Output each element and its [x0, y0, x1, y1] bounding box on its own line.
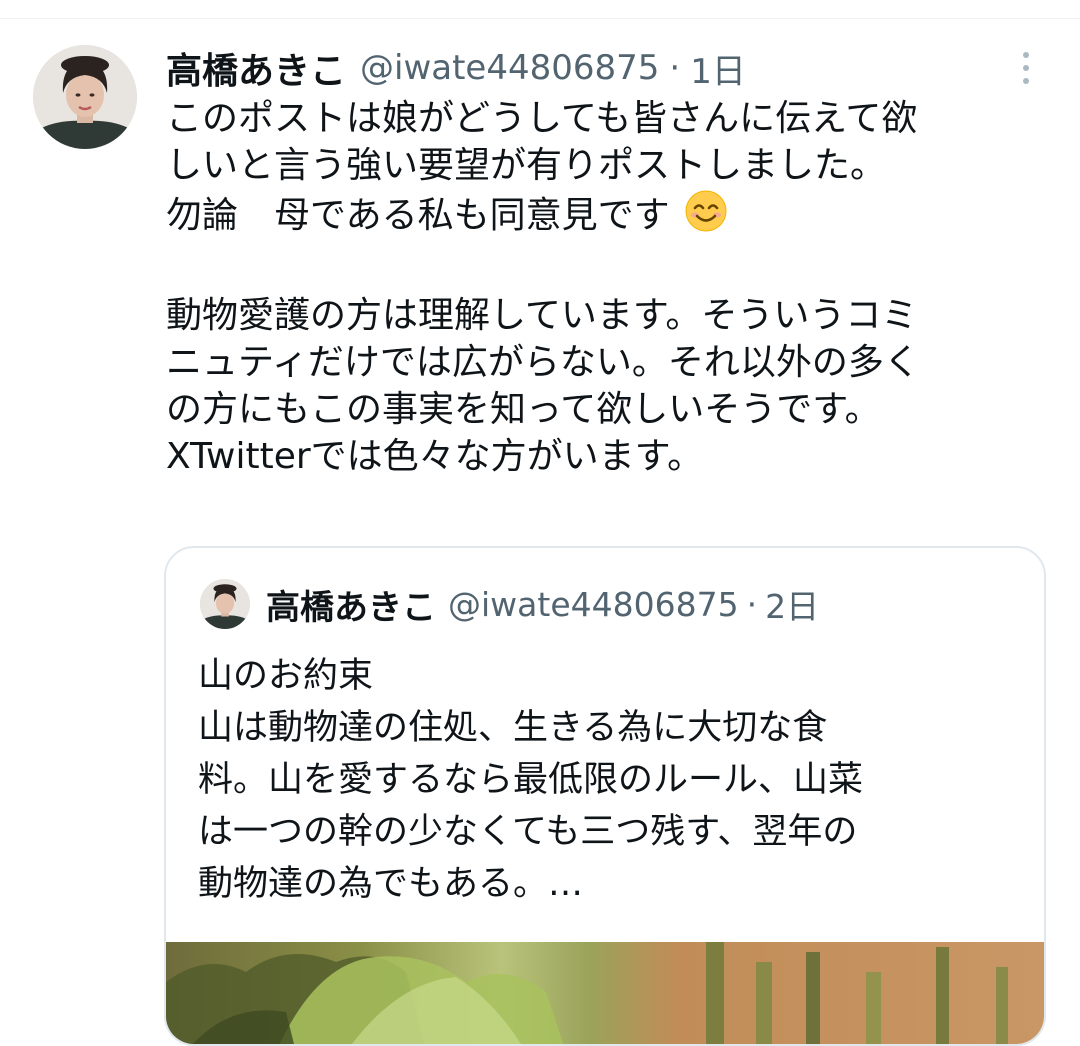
- tweet-line: ニュティだけでは広がらない。それ以外の多く: [166, 342, 920, 383]
- quoted-line: 山のお約束: [198, 656, 374, 696]
- avatar[interactable]: [33, 45, 137, 149]
- quoted-header: 高橋あきこ @iwate44806875 · 2日: [200, 576, 819, 632]
- display-name[interactable]: 高橋あきこ: [166, 42, 346, 94]
- top-divider: [0, 18, 1080, 19]
- quoted-text: 山のお約束 山は動物達の住処、生きる為に大切な食 料。山を愛するなら最低限のルー…: [198, 650, 1018, 910]
- handle[interactable]: @iwate44806875: [360, 48, 659, 88]
- tweet-header: 高橋あきこ @iwate44806875 · 1日: [166, 44, 746, 92]
- quoted-line: 料。山を愛するなら最低限のルール、山菜: [198, 760, 864, 800]
- quoted-timestamp[interactable]: 2日: [765, 580, 819, 628]
- tweet-blank-line: [166, 245, 1061, 292]
- smiling-face-emoji: [684, 189, 728, 245]
- quoted-tweet-card[interactable]: 高橋あきこ @iwate44806875 · 2日 山のお約束 山は動物達の住処…: [164, 546, 1046, 1046]
- quoted-avatar[interactable]: [200, 579, 250, 629]
- quoted-line: は一つの幹の少なくても三つ残す、翌年の: [198, 812, 858, 852]
- tweet-line-text: 勿論 母である私も同意見です: [166, 195, 670, 236]
- tweet-line: 動物愛護の方は理解しています。そういうコミ: [166, 295, 918, 336]
- more-vertical-icon[interactable]: [1011, 48, 1041, 88]
- tweet-line: XTwitterでは色々な方がいます。: [166, 436, 704, 477]
- quoted-handle[interactable]: @iwate44806875: [448, 585, 739, 624]
- quoted-media-image[interactable]: [166, 942, 1044, 1044]
- tweet-line: このポストは娘がどうしても皆さんに伝えて欲: [166, 98, 918, 139]
- tweet-text: このポストは娘がどうしても皆さんに伝えて欲 しいと言う強い要望が有りポストしまし…: [166, 95, 1061, 480]
- quoted-line: 動物達の為でもある。…: [198, 864, 584, 904]
- quoted-separator-dot: ·: [746, 584, 758, 624]
- tweet-line: の方にもこの事実を知って欲しいそうです。: [166, 389, 881, 430]
- tweet-line: 勿論 母である私も同意見です: [166, 189, 1061, 245]
- timestamp[interactable]: 1日: [690, 44, 746, 93]
- separator-dot: ·: [669, 48, 681, 88]
- tweet-line: しいと言う強い要望が有りポストしました。: [166, 145, 887, 186]
- quoted-display-name[interactable]: 高橋あきこ: [266, 580, 436, 629]
- quoted-line: 山は動物達の住処、生きる為に大切な食: [198, 708, 828, 748]
